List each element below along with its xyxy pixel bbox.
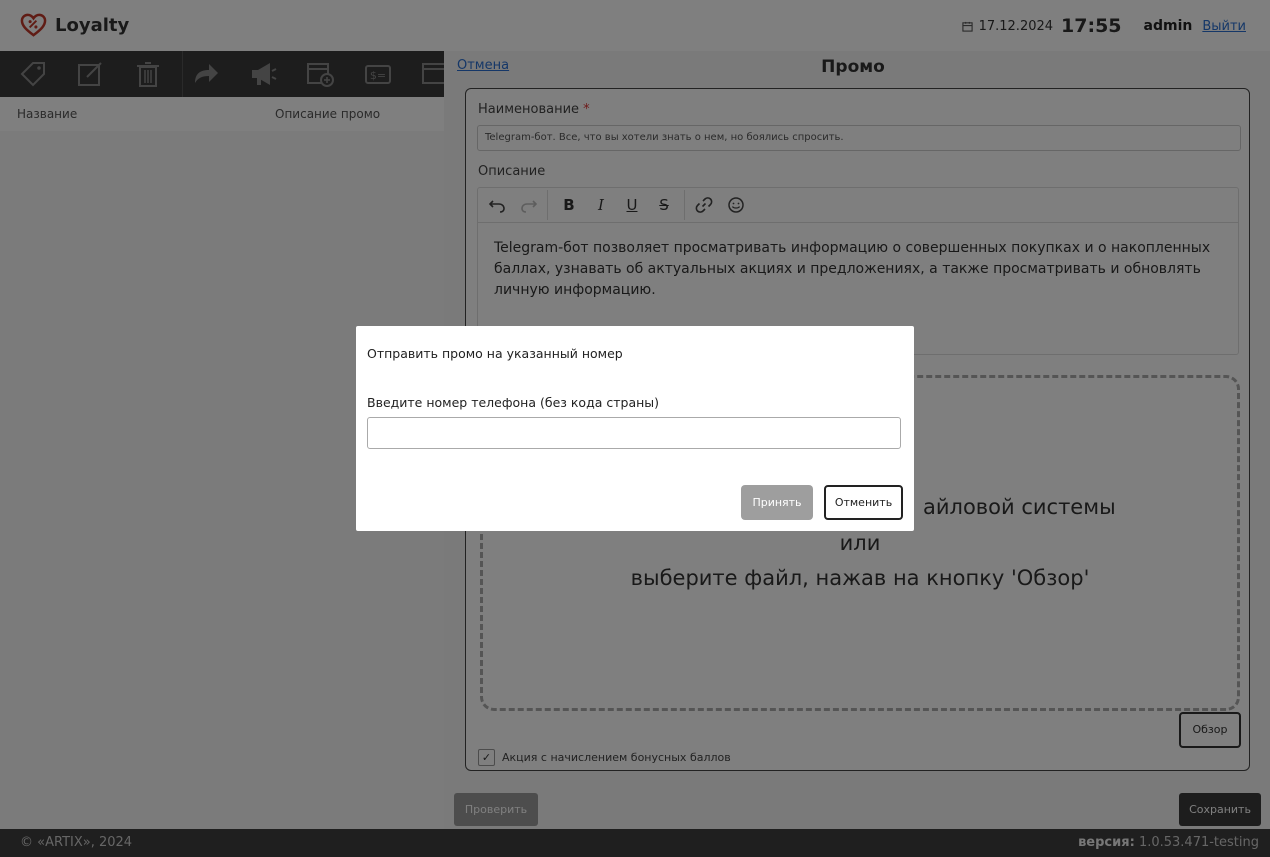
dialog-cancel-button[interactable]: Отменить — [824, 485, 903, 520]
accept-button[interactable]: Принять — [741, 485, 813, 520]
dialog-title: Отправить промо на указанный номер — [367, 346, 623, 361]
phone-input[interactable] — [367, 417, 901, 449]
send-promo-dialog: Отправить промо на указанный номер Введи… — [356, 326, 914, 531]
phone-label: Введите номер телефона (без кода страны) — [367, 395, 660, 410]
